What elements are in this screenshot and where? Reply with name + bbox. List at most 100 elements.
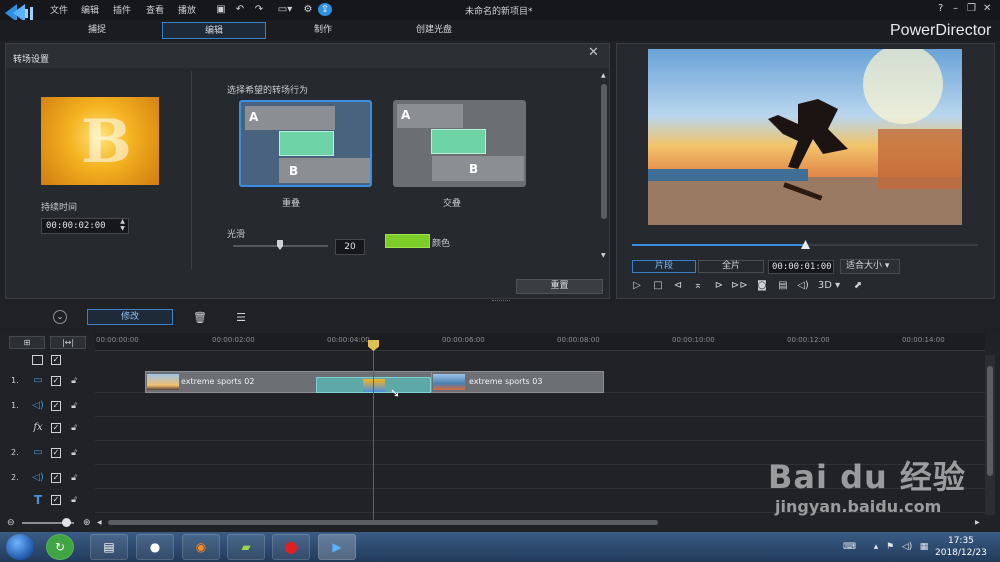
media-app-icon[interactable]: ▰ [227, 534, 265, 560]
project-title: 未命名的新项目* [465, 7, 533, 17]
menu-view[interactable]: 查看 [146, 3, 164, 16]
undock-icon[interactable]: ⬈ [850, 279, 866, 293]
cross-block [431, 129, 486, 154]
tray-network-icon[interactable]: ▦ [918, 541, 930, 553]
volume-icon[interactable]: ◁) [795, 279, 811, 293]
app-360-icon[interactable]: ↻ [46, 534, 74, 560]
panel-title: 转场设置 [13, 55, 50, 65]
next-frame-icon[interactable]: ⊳ [711, 279, 727, 293]
track-enable-checkbox[interactable]: ✓ [51, 473, 61, 483]
watermark-logo: Bai du 经验 [768, 458, 966, 496]
settings-icon[interactable]: ⚙ [301, 3, 315, 16]
lock-icon[interactable]: 🔓︎ [69, 448, 79, 458]
clip-mode-button[interactable]: 片段 [632, 260, 696, 273]
zoom-out-icon[interactable]: ⊖ [7, 518, 15, 528]
track-enable-checkbox[interactable]: ✓ [51, 495, 61, 505]
menu-file[interactable]: 文件 [50, 3, 68, 16]
track-enable-checkbox[interactable]: ✓ [51, 423, 61, 433]
restore-icon[interactable]: ❐ [967, 3, 976, 14]
tray-volume-icon[interactable]: ◁) [901, 541, 913, 553]
fit-size-dropdown[interactable]: 适合大小 ▾ [840, 259, 900, 274]
delete-icon[interactable]: 🗑︎ [192, 310, 208, 326]
minimize-icon[interactable]: – [953, 3, 958, 14]
stop-icon[interactable]: □ [650, 279, 666, 293]
lock-icon[interactable]: 🔓︎ [69, 495, 79, 505]
preview-timecode[interactable]: 00:00:01:00 [768, 260, 834, 274]
recorder-icon[interactable]: ⬤ [272, 534, 310, 560]
tab-capture[interactable]: 捕捉 [52, 22, 142, 39]
option-cross[interactable]: A B [393, 100, 526, 187]
track-enable-checkbox[interactable]: ✓ [51, 448, 61, 458]
taskbar-clock[interactable]: 17:35 2018/12/23 [935, 535, 987, 559]
lock-icon[interactable]: 🔓︎ [69, 376, 79, 386]
reset-button[interactable]: 重置 [516, 279, 603, 294]
play-icon[interactable]: ▷ [629, 279, 645, 293]
scroll-right-icon[interactable]: ▶ [975, 519, 980, 526]
track-enable-checkbox[interactable]: ✓ [51, 401, 61, 411]
timeline-hscroll-thumb[interactable] [108, 520, 658, 525]
menu-play[interactable]: 播放 [178, 3, 196, 16]
start-button[interactable] [6, 534, 34, 560]
lock-icon[interactable]: 🔓︎ [69, 423, 79, 433]
fit-timeline-button[interactable]: |↔| [50, 336, 86, 349]
track-number: 1. [11, 401, 19, 410]
fast-forward-icon[interactable]: ⊳⊳ [731, 279, 748, 293]
clip-label: extreme sports 02 [181, 377, 255, 386]
3d-mode-button[interactable]: 3D ▾ [815, 279, 843, 293]
panel-header [6, 44, 609, 68]
smooth-value[interactable]: 20 [335, 239, 365, 255]
tab-edit[interactable]: 编辑 [162, 22, 266, 39]
qq-icon[interactable]: ● [136, 534, 174, 560]
clip-thumbnail [147, 374, 179, 390]
timeline-vscroll-thumb[interactable] [987, 366, 993, 476]
video-preview [648, 49, 962, 225]
track-enable-checkbox[interactable]: ✓ [51, 376, 61, 386]
close-icon[interactable]: ✕ [983, 3, 991, 14]
tray-arrow-icon[interactable]: ▴ [870, 541, 882, 553]
track-number: 2. [11, 448, 19, 457]
all-tracks-checkbox[interactable]: ✓ [51, 355, 61, 365]
help-icon[interactable]: ? [938, 3, 943, 14]
duration-spinner[interactable]: ▲ ▼ [116, 218, 129, 234]
file-explorer-icon[interactable]: ▤ [90, 534, 128, 560]
option-overlap[interactable]: A B [239, 100, 372, 187]
track-manager-button[interactable]: ⊞ [9, 336, 45, 349]
keyboard-icon[interactable]: ⌨ [843, 541, 856, 553]
tray-flag-icon[interactable]: ⚑ [884, 541, 896, 553]
firefox-icon[interactable]: ◉ [182, 534, 220, 560]
tab-produce[interactable]: 制作 [278, 22, 368, 39]
expand-icon[interactable]: ⌄ [53, 310, 67, 324]
all-tracks-icon[interactable] [32, 355, 43, 365]
properties-icon[interactable]: ☰ [233, 310, 249, 326]
panel-close-icon[interactable]: ✕ [588, 45, 599, 60]
zoom-slider-knob[interactable] [62, 518, 71, 527]
lock-icon[interactable]: 🔓︎ [69, 473, 79, 483]
clip-thumbnail [433, 374, 465, 390]
menu-plugins[interactable]: 插件 [113, 3, 131, 16]
tick-label: 00:00:04:00 [327, 336, 370, 344]
zoom-in-icon[interactable]: ⊕ [83, 518, 91, 528]
menu-edit[interactable]: 编辑 [81, 3, 99, 16]
powerdirector-taskbar-icon[interactable]: ▶ [318, 534, 356, 560]
movie-mode-button[interactable]: 全片 [698, 260, 764, 273]
resize-handle[interactable] [492, 300, 510, 303]
aspect-ratio-icon[interactable]: ▭▾ [273, 3, 297, 16]
split-icon[interactable]: ⌅ [690, 279, 706, 293]
redo-icon[interactable]: ↷ [252, 3, 266, 16]
track-number: 1. [11, 376, 19, 385]
update-icon[interactable]: ⇪ [318, 3, 332, 16]
scroll-down-icon[interactable]: ▼ [601, 252, 606, 259]
save-icon[interactable]: ▣ [214, 3, 228, 16]
prev-frame-icon[interactable]: ⊲ [670, 279, 686, 293]
undo-icon[interactable]: ↶ [233, 3, 247, 16]
lock-icon[interactable]: 🔓︎ [69, 401, 79, 411]
panel-scrollbar-thumb[interactable] [601, 84, 607, 219]
clock-date: 2018/12/23 [935, 548, 987, 558]
color-swatch[interactable] [385, 234, 430, 248]
scroll-left-icon[interactable]: ◀ [97, 519, 102, 526]
subtitle-icon[interactable]: ▤ [775, 279, 791, 293]
scroll-up-icon[interactable]: ▲ [601, 72, 606, 79]
snapshot-icon[interactable]: ◙ [754, 279, 770, 293]
modify-button[interactable]: 修改 [87, 309, 173, 325]
tab-create-disc[interactable]: 创建光盘 [389, 22, 479, 39]
